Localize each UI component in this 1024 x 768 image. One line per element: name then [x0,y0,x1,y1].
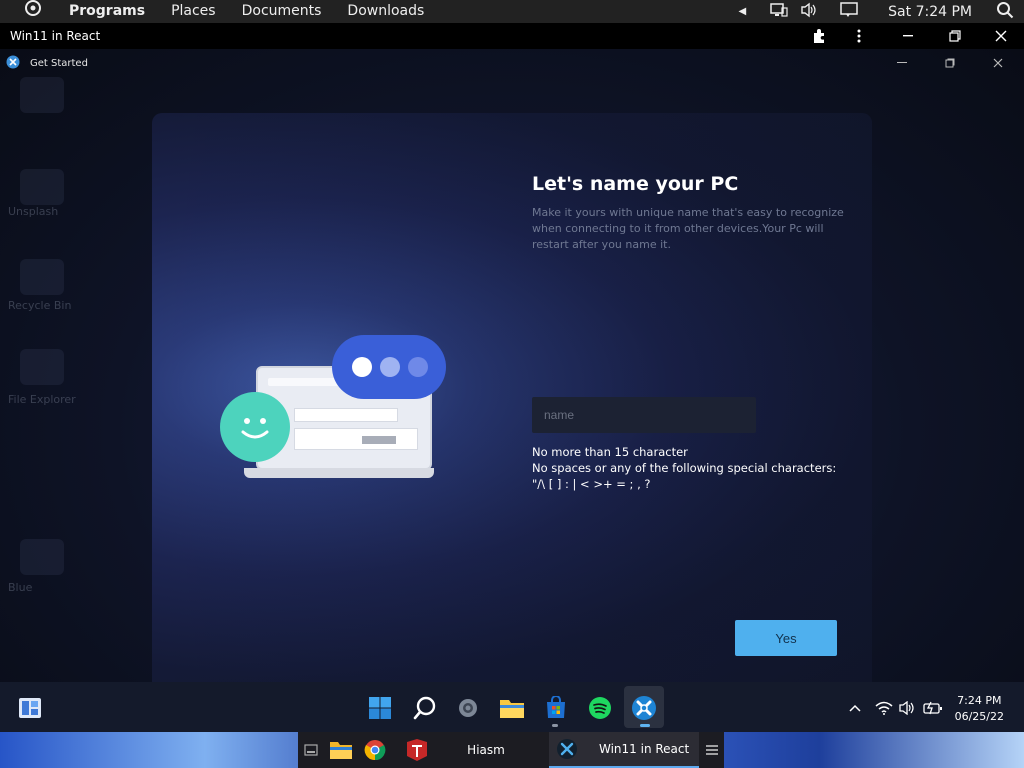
desktop-icon[interactable] [20,259,64,295]
more-options-icon[interactable] [839,23,879,49]
window-title: Get Started [30,58,88,69]
illustration-field [294,428,418,450]
window-maximize-button[interactable] [930,49,970,77]
page-description: Make it yours with unique name that's ea… [532,206,844,251]
spotify-icon[interactable] [586,694,614,722]
desktop-icon[interactable] [20,169,64,205]
store-icon[interactable] [542,694,570,722]
menu-downloads[interactable]: Downloads [334,0,437,23]
app-titlebar: Win11 in React [0,23,1024,49]
illustration-button [362,436,396,444]
volume-icon[interactable] [896,694,920,722]
host-menu-icon[interactable] [702,738,722,762]
desktop-icon[interactable] [20,349,64,385]
network-icon[interactable] [770,2,788,22]
topbar-clock[interactable]: Sat 7:24 PM [888,4,972,20]
host-win11-react-icon [555,737,579,761]
show-desktop-icon[interactable] [300,738,322,762]
menu-programs[interactable]: Programs [56,0,158,23]
app-logo-icon [6,55,20,72]
host-tab-label: Hiasm [467,743,505,757]
desktop-icon-label: File Explorer [8,393,76,406]
search-icon[interactable] [411,694,439,722]
widgets-icon[interactable] [16,694,44,722]
taskbar-time: 7:24 PM [957,694,1002,707]
pc-name-input[interactable] [532,397,756,433]
active-indicator [640,724,650,727]
start-icon[interactable] [366,694,394,722]
restore-button[interactable] [935,23,975,49]
activities-icon[interactable] [0,0,56,25]
bubble-dot [380,357,400,377]
top-panel: Programs Places Documents Downloads ◀ Sa… [0,0,1024,23]
desktop-icon-label: Blue [8,581,33,594]
show-hidden-icons-icon[interactable] [843,694,867,722]
desktop-icon-label: Recycle Bin [8,299,72,312]
host-tab-win11-react[interactable]: Win11 in React [549,732,699,768]
battery-icon[interactable] [920,694,946,722]
settings-icon[interactable] [454,694,482,722]
desktop-icon-label: Unsplash [8,205,59,218]
wifi-icon[interactable] [872,694,896,722]
extensions-icon[interactable] [799,23,839,49]
win11-react-icon[interactable] [630,694,658,722]
smiley-illustration [220,392,290,462]
volume-icon[interactable] [800,2,818,22]
window-minimize-button[interactable] [882,49,922,77]
get-started-titlebar: Get Started [0,49,1024,77]
notification-icon[interactable] [840,1,858,22]
search-icon[interactable] [996,1,1014,23]
minimize-button[interactable] [889,23,929,49]
window-close-button[interactable] [978,49,1018,77]
taskbar-clock[interactable]: 7:24 PM 06/25/22 [955,693,1004,725]
chat-bubble-illustration [332,335,446,399]
host-chrome-icon[interactable] [362,738,388,762]
desktop-icon[interactable] [20,539,64,575]
running-indicator [552,724,558,727]
name-pc-dialog: Let's name your PC Make it yours with un… [152,113,872,683]
menu-places[interactable]: Places [158,0,229,23]
collapse-arrow-icon[interactable]: ◀ [738,6,746,17]
page-title: Let's name your PC [532,173,739,195]
rule-forbidden-list: "/\ [ ] : | < >+ = ; , ? [532,477,651,491]
host-tab-hiasm[interactable]: Hiasm [400,732,548,768]
name-rules: No more than 15 character No spaces or a… [532,444,836,492]
taskbar-date: 06/25/22 [954,710,1004,723]
laptop-base-illustration [244,468,434,478]
win11-taskbar: 7:24 PM 06/25/22 [0,682,1024,732]
app-title: Win11 in React [10,29,101,43]
close-button[interactable] [981,23,1021,49]
host-tab-label: Win11 in React [599,742,690,756]
desktop-icon[interactable] [20,77,64,113]
menu-documents[interactable]: Documents [229,0,335,23]
rule-length: No more than 15 character [532,445,688,459]
host-file-manager-icon[interactable] [328,738,354,762]
bubble-dot [352,357,372,377]
rule-characters: No spaces or any of the following specia… [532,461,837,475]
illustration-field [294,408,398,422]
bubble-dot [408,357,428,377]
yes-button[interactable]: Yes [735,620,837,656]
file-explorer-icon[interactable] [498,694,526,722]
